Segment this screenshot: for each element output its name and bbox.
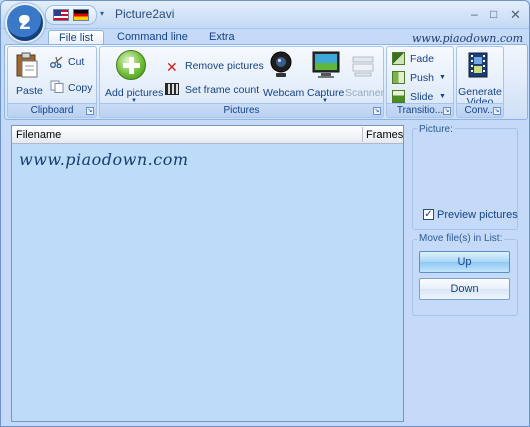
slide-icon: [392, 90, 405, 103]
set-frame-count-button[interactable]: Set frame count: [185, 84, 259, 96]
film-reel-icon: [468, 52, 488, 78]
scissors-icon: [50, 56, 63, 68]
slide-button[interactable]: Slide: [410, 91, 433, 103]
close-button[interactable]: ✕: [510, 7, 521, 23]
preview-pictures-label[interactable]: Preview pictures: [437, 209, 518, 221]
move-down-button[interactable]: Down: [419, 278, 510, 300]
remove-pictures-button[interactable]: Remove pictures: [185, 60, 264, 72]
title-bar: ▾ Picture2avi – □ ✕: [1, 1, 529, 29]
cut-button[interactable]: Cut: [68, 56, 84, 68]
slide-dropdown-icon[interactable]: ▼: [439, 93, 446, 100]
remove-x-icon: ✕: [166, 59, 178, 75]
minimize-button[interactable]: –: [471, 7, 478, 21]
maximize-button[interactable]: □: [490, 7, 497, 21]
column-header-filename[interactable]: Filename: [16, 129, 61, 141]
paste-icon: [16, 52, 38, 78]
qat-dropdown-icon[interactable]: ▾: [100, 9, 104, 18]
transitions-label-text: Transitio...: [396, 105, 444, 116]
app-menu-orb-icon[interactable]: 2: [5, 3, 45, 43]
clipboard-launcher-icon[interactable]: ↘: [86, 107, 94, 115]
picture-label: Picture:: [417, 124, 455, 135]
paste-button[interactable]: Paste: [16, 85, 43, 97]
side-panel: Picture: ✓ Preview pictures Move file(s)…: [407, 122, 527, 422]
fade-button[interactable]: Fade: [410, 53, 434, 65]
copy-button[interactable]: Copy: [68, 82, 93, 94]
fade-icon: [392, 52, 405, 65]
push-icon: [392, 71, 405, 84]
move-up-button[interactable]: Up: [419, 251, 510, 273]
pictures-group: Add pictures ▼ ✕ Remove pictures Set fra…: [99, 46, 384, 118]
list-watermark-text: www.piaodown.com: [19, 150, 189, 169]
clipboard-group-label: Clipboard: [8, 103, 96, 117]
app-window: ▾ Picture2avi – □ ✕ 2 File list Command …: [0, 0, 530, 427]
move-files-label: Move file(s) in List:: [417, 233, 505, 244]
pictures-group-label: Pictures: [100, 103, 383, 117]
clipboard-group: Paste Cut Copy Clipboard ↘: [7, 46, 97, 118]
webcam-button[interactable]: Webcam: [263, 87, 304, 99]
transitions-group: Fade Push ▼ Slide ▼ Transitio... ↘: [386, 46, 454, 118]
webcam-icon: [270, 51, 292, 77]
scanner-icon: [352, 56, 374, 77]
column-divider[interactable]: [362, 127, 363, 142]
convert-group: Generate Video Conv... ↘: [456, 46, 504, 118]
file-list-header: Filename Frames: [12, 126, 403, 144]
quick-access-toolbar: [45, 5, 97, 25]
convert-label-text: Conv...: [464, 105, 496, 116]
column-header-frames[interactable]: Frames: [366, 129, 403, 141]
ribbon-tabs: File list Command line Extra www.piaodow…: [1, 29, 529, 46]
convert-launcher-icon[interactable]: ↘: [493, 107, 501, 115]
push-button[interactable]: Push: [410, 72, 434, 84]
transitions-launcher-icon[interactable]: ↘: [443, 107, 451, 115]
german-flag-icon[interactable]: [73, 9, 89, 21]
monitor-capture-icon: [312, 51, 340, 78]
ribbon: Paste Cut Copy Clipboard ↘ Add pictures …: [4, 44, 528, 120]
pictures-launcher-icon[interactable]: ↘: [373, 107, 381, 115]
scanner-button[interactable]: Scanner: [345, 87, 384, 99]
preview-pictures-checkbox[interactable]: ✓: [423, 209, 434, 220]
pictures-label-text: Pictures: [223, 105, 260, 116]
english-flag-icon[interactable]: [53, 9, 69, 21]
push-dropdown-icon[interactable]: ▼: [439, 74, 446, 81]
film-strip-icon: [165, 83, 179, 95]
window-title: Picture2avi: [115, 7, 175, 21]
clipboard-label-text: Clipboard: [30, 105, 74, 116]
add-pictures-icon: [116, 50, 146, 80]
file-list[interactable]: Filename Frames www.piaodown.com: [11, 125, 404, 422]
copy-icon: [50, 80, 64, 93]
